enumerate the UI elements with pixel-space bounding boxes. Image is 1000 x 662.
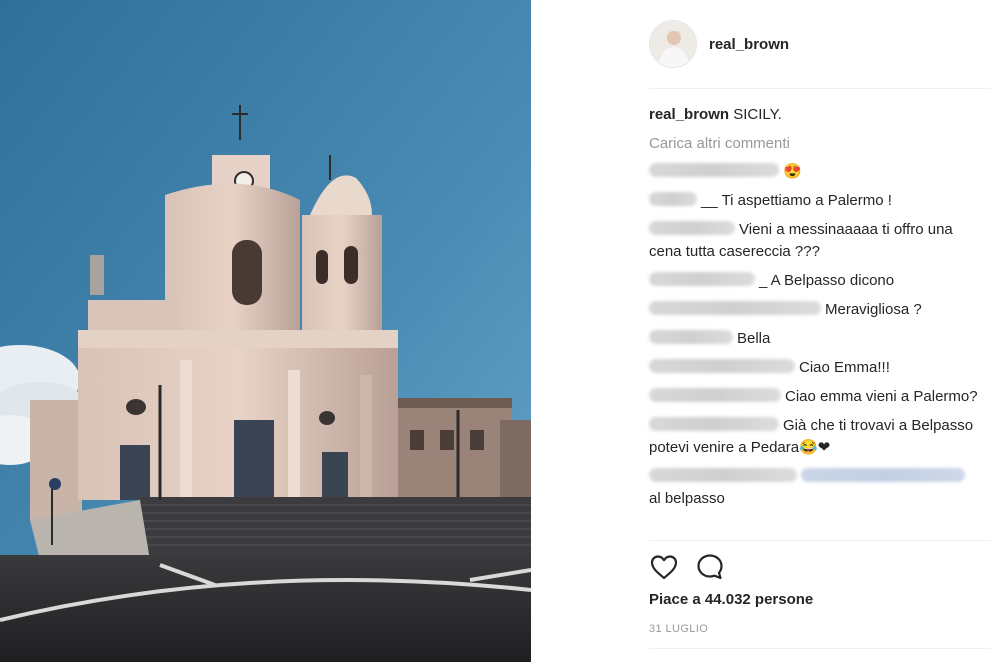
comment-item: Ciao Emma!!!: [649, 357, 979, 379]
comment-text: Meravigliosa ?: [825, 301, 922, 318]
comment-text: Bella: [737, 330, 771, 347]
blurred-username[interactable]: [649, 417, 779, 431]
post-date[interactable]: 31 LUGLIO: [649, 623, 708, 635]
footer-divider: [649, 648, 991, 649]
comment-item: Meravigliosa ?: [649, 299, 979, 321]
comment-text: 😍: [783, 163, 802, 180]
speech-bubble-icon: [697, 554, 723, 580]
post-actions: [649, 552, 769, 582]
comment-item: _ A Belpasso dicono: [649, 270, 979, 292]
instagram-post: real_brown real_brown SICILY. Carica alt…: [0, 0, 1000, 662]
header-divider: [649, 88, 991, 89]
blurred-username[interactable]: [649, 221, 735, 235]
blurred-username[interactable]: [649, 468, 797, 482]
comment-item: __ Ti aspettiamo a Palermo !: [649, 190, 979, 212]
comment-item: Ciao emma vieni a Palermo?: [649, 386, 979, 408]
caption-text: SICILY.: [733, 106, 782, 123]
caption: real_brown SICILY.: [649, 104, 979, 126]
load-more-comments-button[interactable]: Carica altri commenti: [649, 133, 979, 155]
comment-text: _ A Belpasso dicono: [759, 272, 895, 289]
post-header: real_brown: [531, 0, 1000, 88]
blurred-username[interactable]: [649, 301, 821, 315]
post-sidebar: real_brown real_brown SICILY. Carica alt…: [531, 0, 1000, 662]
comment-text: Ciao Emma!!!: [799, 359, 890, 376]
comment-text: al belpasso: [649, 490, 725, 507]
comment-button[interactable]: [695, 552, 725, 582]
blurred-username[interactable]: [649, 330, 733, 344]
post-username[interactable]: real_brown: [709, 36, 789, 53]
caption-username[interactable]: real_brown: [649, 106, 729, 123]
heart-icon: [650, 555, 678, 580]
comment-item: al belpasso: [649, 466, 979, 510]
likes-count[interactable]: Piace a 44.032 persone: [649, 591, 813, 608]
avatar[interactable]: [649, 20, 697, 68]
comment-text: Ciao emma vieni a Palermo?: [785, 388, 978, 405]
church-photo: [0, 0, 531, 662]
comment-text: __ Ti aspettiamo a Palermo !: [701, 192, 892, 209]
avatar-image: [650, 21, 696, 67]
comments-list: real_brown SICILY. Carica altri commenti…: [649, 104, 979, 517]
blurred-username[interactable]: [649, 272, 755, 286]
blurred-username[interactable]: [649, 163, 779, 177]
blurred-username[interactable]: [649, 359, 795, 373]
comment-item: 😍: [649, 161, 979, 183]
comment-item: Vieni a messinaaaaa ti offro una cena tu…: [649, 219, 979, 263]
blurred-mention[interactable]: [801, 468, 965, 482]
blurred-username[interactable]: [649, 192, 697, 206]
blurred-username[interactable]: [649, 388, 781, 402]
like-button[interactable]: [649, 552, 679, 582]
post-photo[interactable]: [0, 0, 531, 662]
comment-item: Bella: [649, 328, 979, 350]
comment-item: Già che ti trovavi a Belpasso potevi ven…: [649, 415, 979, 459]
comments-divider: [649, 540, 991, 541]
